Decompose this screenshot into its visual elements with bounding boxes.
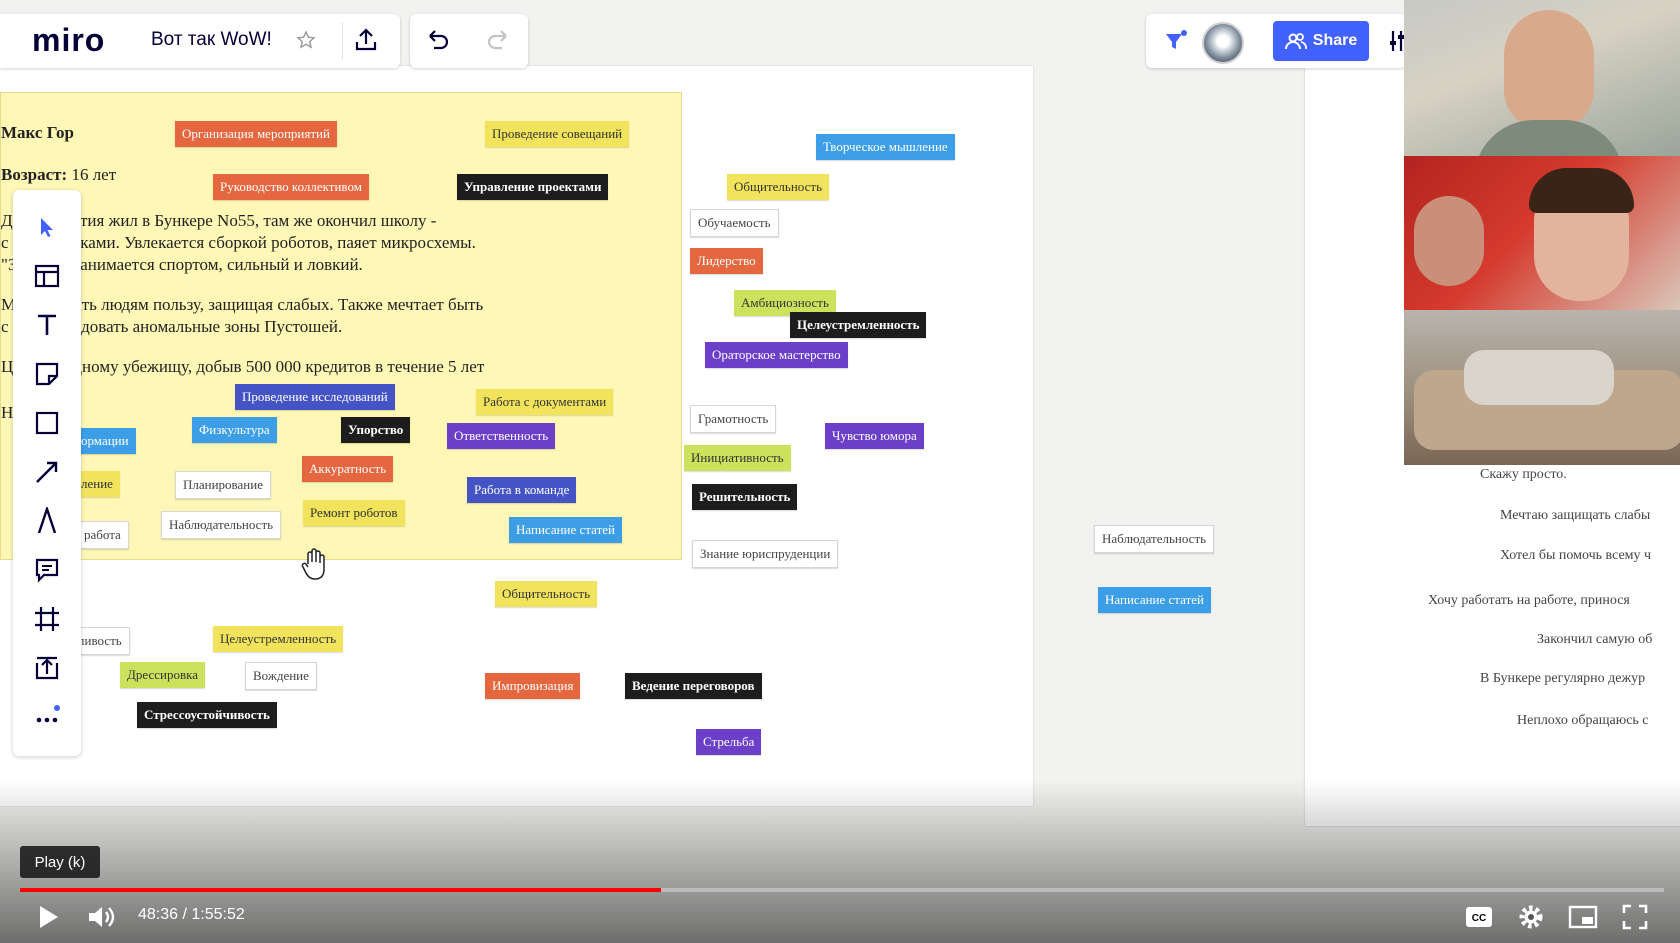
more-tools-icon[interactable]: [30, 700, 64, 734]
connection-line-tool-icon[interactable]: [30, 455, 64, 489]
skill-tag[interactable]: Написание статей: [509, 517, 622, 543]
volume-icon[interactable]: [84, 900, 120, 934]
star-icon[interactable]: [296, 30, 316, 50]
skill-tag[interactable]: Организация мероприятий: [175, 121, 337, 147]
skill-tag[interactable]: Дрессировка: [120, 662, 205, 688]
answer-line: Скажу просто.: [1480, 467, 1567, 482]
player-controls-shade: [0, 780, 1680, 943]
skill-tag[interactable]: Целеустремленность: [213, 626, 344, 652]
skill-tag[interactable]: Ремонт роботов: [303, 500, 405, 526]
character-age: Возраст: 16 лет: [1, 165, 117, 184]
answer-line: Мечтаю защищать слабы: [1500, 508, 1651, 523]
skill-tag[interactable]: Проведение исследований: [235, 384, 395, 410]
skill-tag[interactable]: Ответственность: [447, 423, 556, 449]
settings-sliders-icon[interactable]: [1389, 28, 1405, 54]
play-icon[interactable]: [30, 900, 66, 934]
skill-tag[interactable]: Написание статей: [1098, 587, 1211, 613]
skill-tag[interactable]: Целеустремленность: [790, 312, 927, 338]
miro-logo[interactable]: miro: [32, 22, 105, 59]
webcam-participant-2: [1404, 156, 1680, 310]
pen-tool-icon[interactable]: [30, 504, 64, 538]
skill-tag[interactable]: Руководство коллективом: [213, 174, 369, 200]
upload-icon[interactable]: [352, 26, 380, 54]
reactions-icon[interactable]: [1160, 26, 1190, 56]
settings-gear-icon[interactable]: [1513, 900, 1549, 934]
svg-text:CC: CC: [1472, 913, 1486, 924]
webcam-participant-1: [1404, 0, 1680, 156]
answer-line: Закончил самую об: [1537, 632, 1653, 647]
skill-tag[interactable]: Наблюдательность: [161, 511, 282, 539]
answer-line: Хотел бы помочь всему ч: [1500, 548, 1652, 563]
skill-tag[interactable]: Вождение: [245, 662, 317, 690]
skill-tag[interactable]: Физкультура: [192, 417, 277, 443]
subtitles-icon[interactable]: CC: [1461, 900, 1497, 934]
progress-played: [20, 888, 662, 892]
time-display: 48:36 / 1:55:52: [138, 906, 245, 923]
skill-tag[interactable]: Ораторское мастерство: [705, 342, 848, 368]
fullscreen-icon[interactable]: [1617, 900, 1653, 934]
skill-tag[interactable]: Инициативность: [684, 445, 791, 471]
skill-tag[interactable]: Работа в команде: [467, 477, 577, 503]
redo-icon[interactable]: [484, 26, 512, 54]
skill-tag[interactable]: Наблюдательность: [1094, 525, 1215, 553]
divider: [342, 22, 343, 60]
skill-tag[interactable]: Обучаемость: [690, 209, 779, 237]
skill-tag[interactable]: Стрессоустойчивость: [137, 702, 277, 728]
skill-tag[interactable]: Планирование: [175, 471, 271, 499]
answer-line: В Бункере регулярно дежур: [1480, 671, 1646, 686]
skill-tag[interactable]: Знание юриспруденции: [692, 540, 839, 568]
skill-tag[interactable]: Управление проектами: [457, 174, 609, 200]
progress-bar[interactable]: [20, 888, 1664, 892]
skill-tag[interactable]: Проведение совещаний: [485, 121, 630, 147]
select-tool-icon[interactable]: [30, 210, 64, 244]
answer-line: Хочу работать на работе, принося: [1428, 593, 1630, 608]
skill-tag[interactable]: Упорство: [341, 417, 411, 443]
skill-tag[interactable]: Импровизация: [485, 673, 581, 699]
webcam-participant-3: [1404, 310, 1680, 465]
skill-tag[interactable]: Стрельба: [696, 729, 762, 755]
skill-tag[interactable]: Ведение переговоров: [625, 673, 762, 699]
upload-tool-icon[interactable]: [30, 651, 64, 685]
users-icon: [1284, 33, 1307, 50]
share-button[interactable]: Share: [1273, 21, 1369, 61]
play-tooltip: Play (k): [20, 846, 100, 878]
skill-tag[interactable]: Работа с документами: [476, 389, 614, 415]
skill-tag[interactable]: Чувство юмора: [825, 423, 924, 449]
shape-tool-icon[interactable]: [30, 406, 64, 440]
hand-cursor-icon: [300, 548, 332, 587]
answer-line: Неплохо обращаюсь с: [1517, 713, 1649, 728]
frame-tool-icon[interactable]: [30, 602, 64, 636]
skill-tag[interactable]: ормации: [74, 428, 136, 454]
skill-tag[interactable]: Общительность: [495, 581, 597, 607]
board-title[interactable]: Вот так WoW!: [151, 29, 272, 51]
skill-tag[interactable]: работа: [76, 521, 129, 549]
skill-tag[interactable]: Общительность: [727, 174, 829, 200]
user-avatar[interactable]: [1202, 22, 1244, 64]
skill-tag[interactable]: Лидерство: [690, 248, 763, 274]
character-name: Макс Гор: [1, 123, 74, 142]
sticky-note-tool-icon[interactable]: [30, 357, 64, 391]
bio-line: Н: [1, 403, 14, 422]
templates-tool-icon[interactable]: [30, 259, 64, 293]
skill-tag[interactable]: Творческое мышление: [816, 134, 955, 160]
skill-tag[interactable]: Решительность: [692, 484, 798, 510]
undo-icon[interactable]: [424, 26, 452, 54]
text-tool-icon[interactable]: [30, 308, 64, 342]
miniplayer-icon[interactable]: [1565, 900, 1601, 934]
tools-toolbar: [13, 190, 81, 756]
skill-tag[interactable]: Аккуратность: [302, 456, 394, 482]
skill-tag[interactable]: Грамотность: [690, 405, 777, 433]
comment-tool-icon[interactable]: [30, 553, 64, 587]
